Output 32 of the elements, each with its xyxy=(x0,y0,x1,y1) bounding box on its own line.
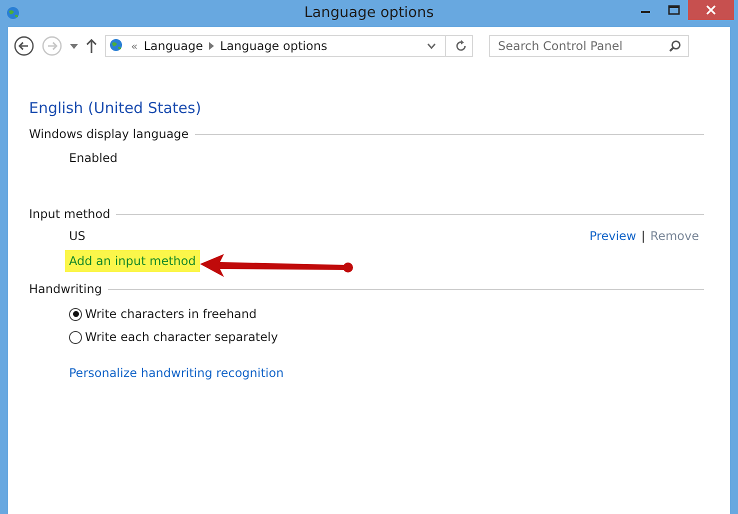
breadcrumb-item[interactable]: Language options xyxy=(220,39,328,53)
link-separator: | xyxy=(641,229,646,243)
section-title: Handwriting xyxy=(29,282,102,296)
globe-icon xyxy=(109,38,125,54)
close-icon xyxy=(706,5,716,15)
radio-option[interactable]: Write characters in freehand xyxy=(29,307,704,321)
refresh-icon[interactable] xyxy=(455,40,467,52)
chevron-icon xyxy=(208,42,214,50)
input-method-name: US xyxy=(69,229,86,243)
section-title: Windows display language xyxy=(29,127,189,141)
dropdown-icon[interactable] xyxy=(427,43,436,49)
radio-button[interactable] xyxy=(69,330,82,344)
radio-option[interactable]: Write each character separately xyxy=(29,330,704,344)
search-field[interactable]: Search Control Panel xyxy=(489,35,689,57)
dropdown-icon[interactable] xyxy=(70,44,78,48)
address-bar[interactable]: « Language Language options xyxy=(105,35,473,57)
maximize-icon xyxy=(668,5,680,15)
breadcrumb-item[interactable]: Language xyxy=(144,39,203,53)
globe-icon xyxy=(6,6,22,22)
personalize-link[interactable]: Personalize handwriting recognition xyxy=(69,366,284,380)
section-title: Input method xyxy=(29,207,110,221)
action-link[interactable]: Preview xyxy=(590,229,636,243)
search-icon xyxy=(669,40,681,52)
window-title: Language options xyxy=(303,5,435,21)
language-heading: English (United States) xyxy=(29,99,202,117)
status-text: Enabled xyxy=(68,151,118,167)
close-button[interactable] xyxy=(688,0,734,20)
add-input-method-link[interactable]: Add an input method xyxy=(65,250,200,272)
back-button[interactable] xyxy=(14,36,34,56)
overflow-chevron[interactable]: « xyxy=(131,40,138,52)
up-arrow-icon[interactable] xyxy=(86,39,97,53)
radio-button[interactable] xyxy=(69,308,82,320)
